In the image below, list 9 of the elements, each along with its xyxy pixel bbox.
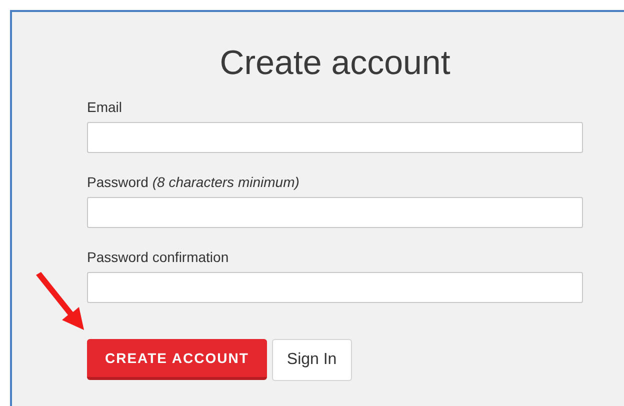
form-title: Create account	[220, 43, 450, 83]
input-field[interactable]	[87, 272, 583, 303]
field-label: Password confirmation	[87, 248, 230, 266]
input-field[interactable]	[87, 122, 583, 153]
create-account-button[interactable]: CREATE ACCOUNT	[87, 339, 267, 380]
field-label: Email	[87, 98, 124, 116]
input-field[interactable]	[87, 197, 583, 228]
sign-in-button[interactable]: Sign In	[272, 339, 352, 381]
field-label: Password (8 characters minimum)	[87, 173, 300, 191]
